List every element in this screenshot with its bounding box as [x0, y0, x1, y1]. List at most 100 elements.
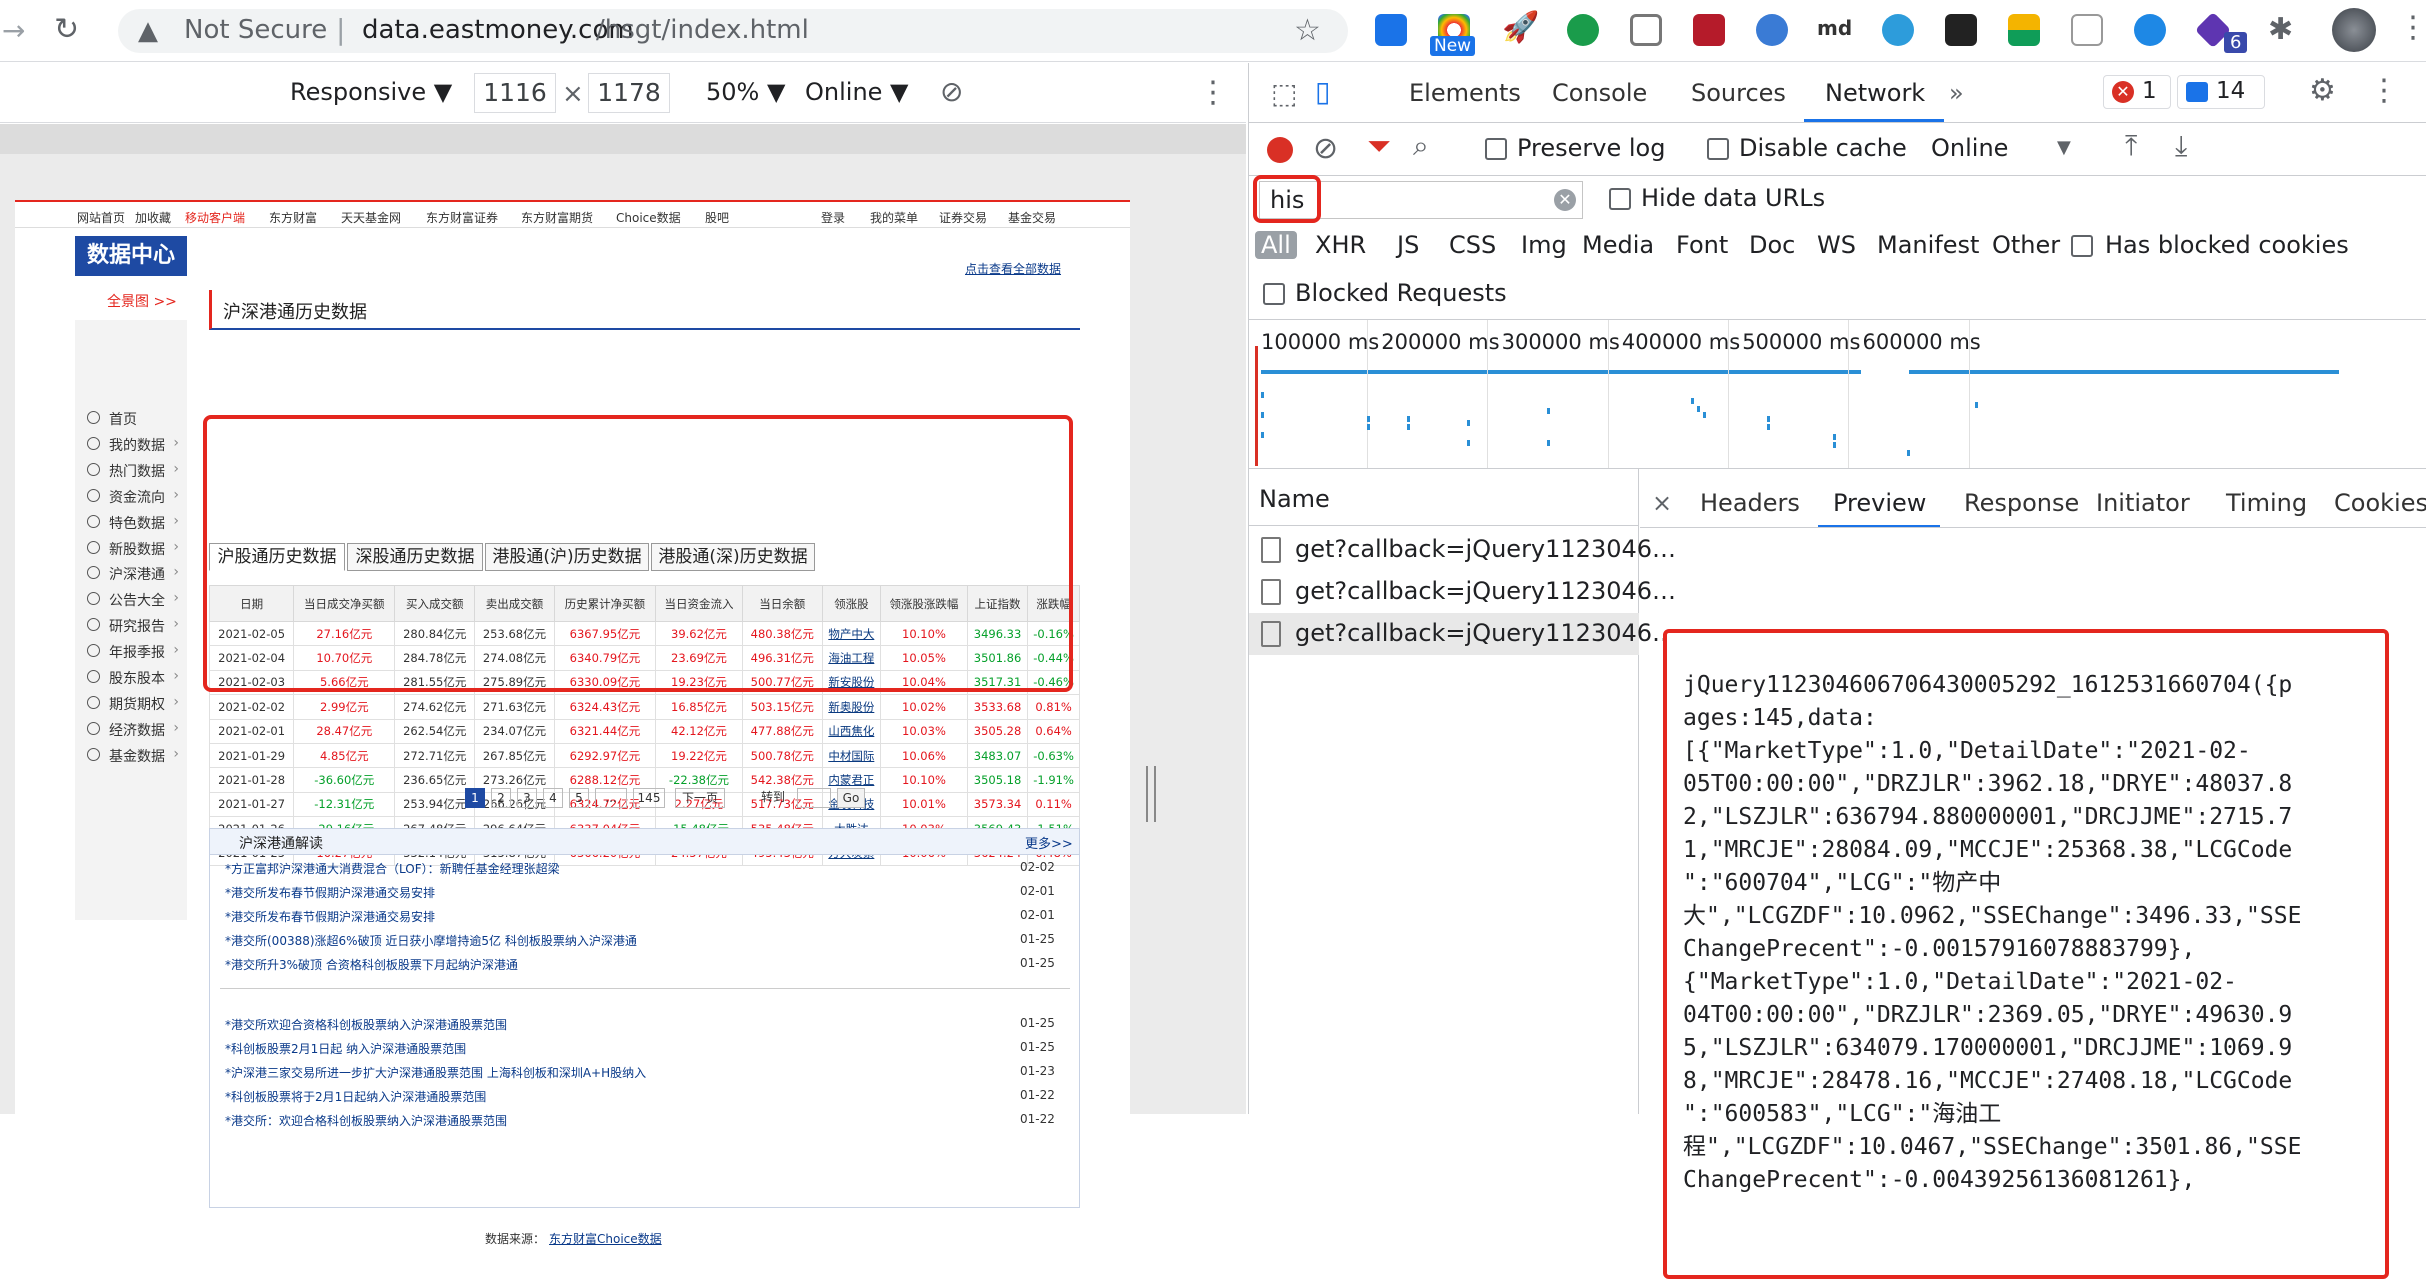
- inspect-icon[interactable]: ⬚: [1271, 77, 1297, 110]
- news-link[interactable]: *科创板股票将于2月1日起纳入沪深港通股票范围: [225, 1088, 486, 1105]
- record-button[interactable]: [1267, 137, 1293, 163]
- message-counter[interactable]: 14: [2177, 75, 2265, 109]
- shield-extension-icon[interactable]: [1630, 14, 1662, 46]
- overview-link[interactable]: 全景图 >>: [107, 291, 177, 311]
- throttle-select[interactable]: Online: [1931, 134, 2008, 162]
- table-cell[interactable]: 山西焦化: [821, 718, 882, 744]
- type-font[interactable]: Font: [1676, 231, 1728, 259]
- error-counter[interactable]: ✕ 1: [2103, 75, 2171, 109]
- sidebar-item[interactable]: 经济数据 ›: [75, 716, 185, 742]
- viewport-height-input[interactable]: 1178: [588, 73, 670, 113]
- search-icon[interactable]: ⌕: [1413, 129, 1429, 163]
- topnav-mymenu[interactable]: 我的菜单: [870, 209, 918, 226]
- preserve-log-checkbox[interactable]: [1485, 138, 1507, 160]
- sidebar-item[interactable]: 我的数据 ›: [75, 431, 185, 457]
- type-img[interactable]: Img: [1521, 231, 1567, 259]
- topnav-fund[interactable]: 天天基金网: [341, 209, 401, 226]
- response-preview[interactable]: jQuery112304606706430005292_161253166070…: [1663, 629, 2389, 1279]
- settings-gear-icon[interactable]: ⚙: [2309, 73, 2336, 108]
- type-ws[interactable]: WS: [1817, 231, 1856, 259]
- news-link[interactable]: *港交所发布春节假期沪深港通交易安排: [225, 884, 435, 901]
- rocket-icon[interactable]: 🚀: [1502, 10, 1539, 45]
- device-more-icon[interactable]: ⋮: [1198, 75, 1228, 110]
- export-har-icon[interactable]: ⤓: [2175, 129, 2187, 163]
- hide-data-urls-checkbox[interactable]: [1609, 188, 1631, 210]
- clear-icon[interactable]: ⊘: [1313, 131, 1338, 166]
- disable-cache-checkbox[interactable]: [1707, 138, 1729, 160]
- menu-dots-icon[interactable]: ⋮: [2398, 10, 2426, 45]
- blocked-cookies-checkbox[interactable]: [2071, 235, 2093, 257]
- type-js[interactable]: JS: [1397, 231, 1419, 259]
- more-tabs-icon[interactable]: »: [1949, 79, 1964, 107]
- sidebar-item[interactable]: 资金流向 ›: [75, 483, 185, 509]
- request-row[interactable]: get?callback=jQuery1123046…: [1249, 529, 1676, 571]
- page-link[interactable]: 4: [543, 788, 563, 808]
- rotate-icon[interactable]: ⊘: [940, 75, 963, 108]
- sidebar-item[interactable]: 公告大全 ›: [75, 586, 185, 612]
- md-dark-extension-icon[interactable]: [1945, 14, 1977, 46]
- data-center-logo[interactable]: 数据中心: [75, 236, 187, 276]
- topnav-login[interactable]: 登录: [821, 209, 845, 226]
- page-link[interactable]: ...: [595, 788, 627, 808]
- type-xhr[interactable]: XHR: [1315, 231, 1366, 259]
- page-link[interactable]: 5: [569, 788, 589, 808]
- name-column-header[interactable]: Name: [1259, 485, 1330, 513]
- sidebar-item[interactable]: 股东股本 ›: [75, 664, 185, 690]
- view-all-link[interactable]: 点击查看全部数据: [965, 260, 1061, 277]
- topnav-securities[interactable]: 东方财富证券: [426, 209, 498, 226]
- page-link[interactable]: 2: [491, 788, 511, 808]
- tab-response[interactable]: Response: [1964, 489, 2079, 517]
- close-details-icon[interactable]: ×: [1652, 489, 1672, 517]
- sidebar-item[interactable]: 特色数据 ›: [75, 509, 185, 535]
- topnav-home[interactable]: 网站首页: [77, 209, 125, 226]
- device-toggle-icon[interactable]: ▯: [1315, 75, 1330, 108]
- topnav-fund-trade[interactable]: 基金交易: [1008, 209, 1056, 226]
- news-more-link[interactable]: 更多>>: [1025, 833, 1073, 852]
- source-link[interactable]: 东方财富Choice数据: [549, 1230, 662, 1247]
- topnav-trade[interactable]: 证券交易: [939, 209, 987, 226]
- tab-sources[interactable]: Sources: [1691, 79, 1786, 107]
- sidebar-item[interactable]: 期货期权 ›: [75, 690, 185, 716]
- address-bar[interactable]: ▲ Not Secure | data.eastmoney.com /hsgt/…: [118, 9, 1348, 53]
- tab-preview[interactable]: Preview: [1833, 489, 1926, 517]
- resize-handle[interactable]: [1146, 766, 1156, 822]
- type-other[interactable]: Other: [1992, 231, 2060, 259]
- sidebar-item[interactable]: 基金数据 ›: [75, 742, 185, 768]
- topnav-guba[interactable]: 股吧: [705, 209, 729, 226]
- type-media[interactable]: Media: [1582, 231, 1654, 259]
- page-link[interactable]: 1: [465, 788, 485, 808]
- news-link[interactable]: *港交所升3%破顶 合资格科创板股票下月起纳沪深港通: [225, 956, 518, 973]
- throttle-select[interactable]: Online ▼: [805, 78, 909, 106]
- device-mode-select[interactable]: Responsive ▼: [290, 78, 452, 106]
- office-extension-icon[interactable]: [2008, 14, 2040, 46]
- zoom-select[interactable]: 50% ▼: [706, 78, 785, 106]
- tab-cookies[interactable]: Cookies: [2334, 489, 2426, 517]
- sidebar-item[interactable]: 沪深港通 ›: [75, 560, 185, 586]
- news-link[interactable]: *沪深港三家交易所进一步扩大沪深港通股票范围 上海科创板和深圳A+H股纳入: [225, 1064, 646, 1081]
- page-link[interactable]: 3: [517, 788, 537, 808]
- go-button[interactable]: Go: [837, 788, 865, 808]
- table-cell[interactable]: 新奥股份: [821, 694, 882, 720]
- topnav-mobile[interactable]: 移动客户端: [185, 209, 245, 226]
- forward-icon[interactable]: →: [2, 14, 25, 47]
- sidebar-item[interactable]: 年报季报 ›: [75, 638, 185, 664]
- sidebar-item[interactable]: 热门数据 ›: [75, 457, 185, 483]
- reload-icon[interactable]: ↻: [54, 12, 79, 47]
- sidebar-item[interactable]: 新股数据 ›: [75, 535, 185, 561]
- sidebar-item[interactable]: 首页: [75, 405, 185, 431]
- v-extension-icon[interactable]: [1882, 14, 1914, 46]
- news-link[interactable]: *港交所欢迎合资格科创板股票纳入沪深港通股票范围: [225, 1016, 507, 1033]
- news-link[interactable]: *科创板股票2月1日起 纳入沪深港通股票范围: [225, 1040, 466, 1057]
- topnav-favorite[interactable]: 加收藏: [135, 209, 171, 226]
- profile-avatar[interactable]: [2332, 8, 2376, 52]
- news-link[interactable]: *港交所(00388)涨超6%破顶 近日获小摩增持逾5亿 科创板股票纳入沪深港通: [225, 932, 637, 949]
- goto-page-input[interactable]: [797, 788, 831, 808]
- mendeley-extension-icon[interactable]: [1693, 14, 1725, 46]
- import-har-icon[interactable]: ⤒: [2125, 129, 2137, 163]
- news-link[interactable]: *港交所：欢迎合格科创板股票纳入沪深港通股票范围: [225, 1112, 507, 1129]
- type-css[interactable]: CSS: [1449, 231, 1496, 259]
- tab-timing[interactable]: Timing: [2226, 489, 2307, 517]
- sidebar-item[interactable]: 研究报告 ›: [75, 612, 185, 638]
- request-row-selected[interactable]: get?callback=jQuery1123046…: [1249, 613, 1676, 655]
- news-link[interactable]: *港交所发布春节假期沪深港通交易安排: [225, 908, 435, 925]
